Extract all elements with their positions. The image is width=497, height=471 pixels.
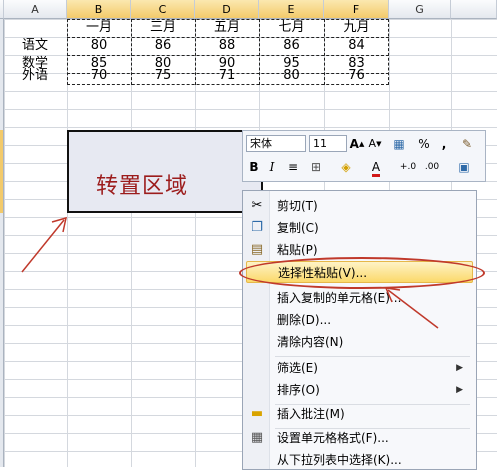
arrow-to-target-range — [21, 219, 65, 273]
arrow-to-paste-special — [387, 289, 439, 329]
annotation-arrows — [21, 216, 439, 329]
